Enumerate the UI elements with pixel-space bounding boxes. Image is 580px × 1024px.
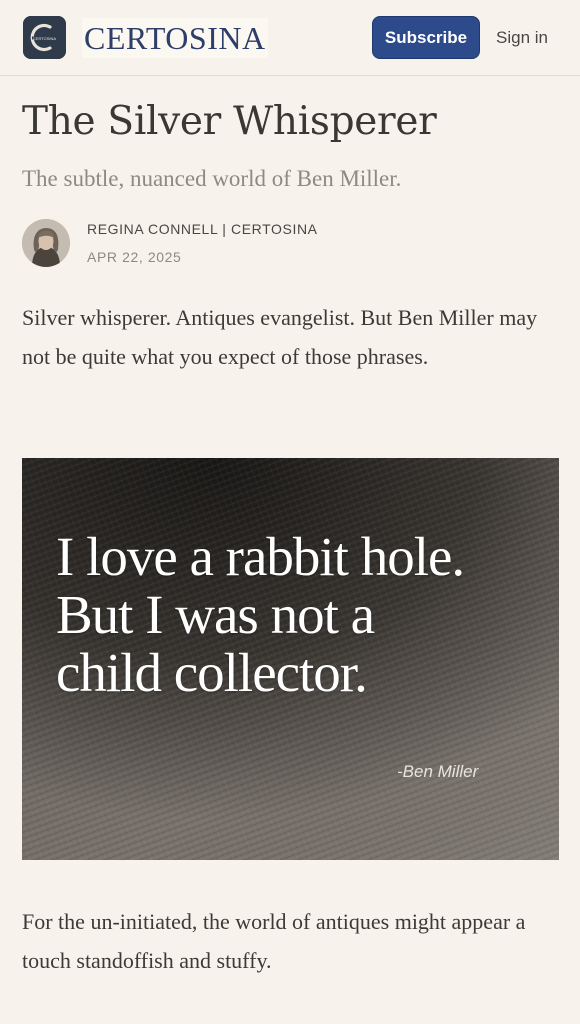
publish-date: APR 22, 2025 — [87, 249, 182, 265]
certosina-monogram-icon[interactable]: CERTOSINA — [23, 16, 66, 59]
author-avatar[interactable] — [22, 219, 70, 267]
article-body-paragraph: For the un-initiated, the world of antiq… — [22, 909, 526, 973]
article-lede: Silver whisperer. Antiques evangelist. B… — [22, 305, 538, 369]
pull-quote-line: But I was not a — [56, 584, 375, 645]
article-subtitle: The subtle, nuanced world of Ben Miller. — [22, 166, 402, 191]
article-title: The Silver Whisperer — [22, 99, 437, 144]
svg-text:CERTOSINA: CERTOSINA — [33, 36, 57, 41]
pull-quote-line: I love a rabbit hole. — [56, 526, 465, 587]
author-byline[interactable]: REGINA CONNELL | CERTOSINA — [87, 219, 318, 239]
pull-quote-text: I love a rabbit hole. But I was not a ch… — [56, 528, 536, 702]
pull-quote-line: child collector. — [56, 642, 368, 703]
pull-quote-image: I love a rabbit hole. But I was not a ch… — [22, 458, 559, 860]
pull-quote-attribution: -Ben Miller — [397, 762, 479, 781]
subscribe-button[interactable]: Subscribe — [372, 16, 480, 59]
sign-in-link[interactable]: Sign in — [496, 24, 548, 52]
site-header: CERTOSINA CERTOSINA Subscribe Sign in — [0, 0, 580, 76]
brand-wordmark[interactable]: CERTOSINA — [82, 18, 268, 58]
